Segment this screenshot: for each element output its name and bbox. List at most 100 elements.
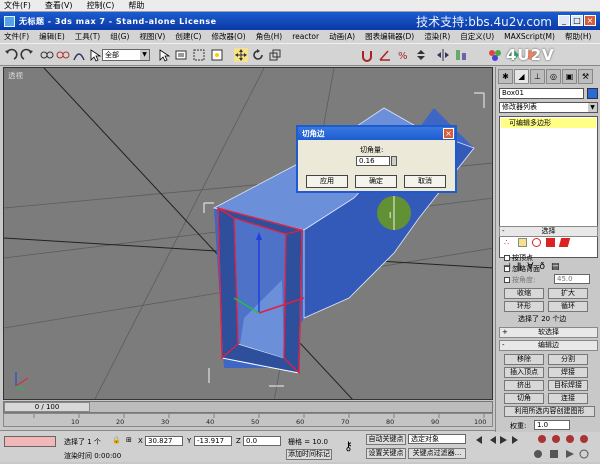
menu-help[interactable]: 帮助(H) [565,31,592,42]
grow-button[interactable]: 扩大 [548,288,588,299]
edit-edges-rollout-header[interactable]: - 编辑边 [499,340,598,351]
select-by-name-icon[interactable] [174,48,188,62]
key-icon[interactable]: ⚷ [344,439,353,453]
absolute-mode-icon[interactable]: ⊞ [126,436,132,444]
display-tab-icon[interactable]: ▣ [562,69,577,84]
menu-rendering[interactable]: 渲染(R) [424,31,450,42]
dialog-close-button[interactable]: × [443,128,454,139]
bind-space-warp-icon[interactable] [72,48,86,62]
angle-snap-icon[interactable] [378,48,392,62]
x-coordinate-field[interactable]: 30.827 [145,436,183,446]
configure-sets-icon[interactable]: ▤ [551,262,560,272]
ok-button[interactable]: 确定 [355,175,397,188]
rotate-icon[interactable] [251,48,265,62]
cancel-button[interactable]: 取消 [404,175,446,188]
utilities-tab-icon[interactable]: ⚒ [578,69,593,84]
menu-customize[interactable]: 自定义(U) [460,31,494,42]
menu-animation[interactable]: 动画(A) [329,31,355,42]
shrink-button[interactable]: 收缩 [504,288,544,299]
target-weld-button[interactable]: 目标焊接 [548,380,588,391]
key-filters-button[interactable]: 关键点过滤器... [408,448,466,459]
perspective-viewport[interactable]: I 透视 [3,67,493,400]
outer-menu-control[interactable]: 控制(C) [87,0,115,11]
weight-value-field[interactable]: 1.0 [534,420,570,430]
mirror-icon[interactable] [436,48,450,62]
menu-edit[interactable]: 编辑(E) [39,31,65,42]
extrude-button[interactable]: 挤出 [504,380,544,391]
motion-tab-icon[interactable]: ◎ [546,69,561,84]
weld-button[interactable]: 焊接 [548,367,588,378]
element-subobject-icon[interactable] [558,238,571,247]
menu-maxscript[interactable]: MAXScript(M) [504,32,555,41]
create-tab-icon[interactable]: ✱ [498,69,513,84]
chamfer-amount-input[interactable]: 0.16 [356,156,390,166]
time-slider[interactable]: 0 / 100 [3,401,493,413]
select-link-icon[interactable] [40,48,54,62]
apply-button[interactable]: 应用 [306,175,348,188]
maxscript-listener-mini[interactable] [4,436,56,447]
scale-icon[interactable] [268,48,282,62]
split-button[interactable]: 分割 [548,354,588,365]
soft-selection-rollout-header[interactable]: + 软选择 [499,327,598,338]
create-shape-button[interactable]: 利用所选内容创建图形 [504,406,595,417]
y-coordinate-field[interactable]: -13.917 [194,436,232,446]
spinner-snap-icon[interactable] [414,48,428,62]
loop-button[interactable]: 循环 [548,301,588,312]
menu-views[interactable]: 视图(V) [139,31,165,42]
align-icon[interactable] [454,48,468,62]
object-name-field[interactable]: Box01 [499,88,584,99]
angle-value-field[interactable]: 45.0 [554,274,590,284]
polygon-subobject-icon[interactable] [546,238,555,247]
hierarchy-tab-icon[interactable]: ⊥ [530,69,545,84]
selection-rollout-header[interactable]: - 选择 [499,226,598,237]
viewport-label[interactable]: 透视 [8,70,23,81]
percent-snap-icon[interactable]: % [396,48,410,62]
outer-menu-help[interactable]: 帮助 [128,0,144,11]
select-region-icon[interactable] [157,48,171,62]
minimize-button[interactable]: _ [558,15,570,26]
menu-modifiers[interactable]: 修改器(O) [211,31,245,42]
menu-graph-editors[interactable]: 图表编辑器(D) [365,31,414,42]
lock-selection-icon[interactable]: 🔒 [112,436,121,444]
rectangular-selection-icon[interactable] [192,48,206,62]
remove-modifier-icon[interactable]: ð [539,262,545,272]
stack-item-editable-poly[interactable]: 可编辑多边形 [501,118,596,128]
menu-tools[interactable]: 工具(T) [75,31,100,42]
set-key-button[interactable]: 设置关键点 [366,448,406,459]
z-coordinate-field[interactable]: 0.0 [243,436,281,446]
border-subobject-icon[interactable] [532,238,541,247]
redo-icon[interactable] [20,48,34,62]
material-editor-icon[interactable] [488,48,502,62]
by-vertex-checkbox[interactable]: 按顶点 [504,253,533,263]
insert-vertex-button[interactable]: 插入顶点 [504,367,544,378]
window-crossing-icon[interactable] [210,48,224,62]
ignore-backfacing-checkbox[interactable]: 忽略背面 [504,264,540,274]
menu-reactor[interactable]: reactor [292,32,319,41]
snap-icon[interactable] [360,48,374,62]
add-time-tag-button[interactable]: 添加时间标记 [286,449,332,460]
selection-filter-dropdown[interactable]: 全部 ▼ [102,49,150,61]
menu-group[interactable]: 组(G) [110,31,129,42]
chamfer-amount-spinner[interactable] [391,156,397,166]
outer-menu-file[interactable]: 文件(F) [4,0,31,11]
edge-subobject-icon[interactable] [518,238,527,247]
chamfer-button[interactable]: 切角 [504,393,544,404]
auto-key-button[interactable]: 自动关键点 [366,434,406,445]
outer-menu-view[interactable]: 查看(V) [45,0,73,11]
menu-character[interactable]: 角色(H) [256,31,283,42]
maximize-button[interactable]: □ [571,15,583,26]
ring-button[interactable]: 环形 [504,301,544,312]
vertex-subobject-icon[interactable]: ∴ [504,238,513,247]
move-icon[interactable] [234,48,248,62]
time-slider-thumb[interactable]: 0 / 100 [4,402,90,412]
remove-button[interactable]: 移除 [504,354,544,365]
by-angle-checkbox[interactable]: 按角度: [504,275,535,285]
modifier-list-dropdown[interactable]: 修改器列表 ▼ [499,102,598,113]
menu-create[interactable]: 创建(C) [175,31,201,42]
menu-file[interactable]: 文件(F) [4,31,29,42]
unlink-icon[interactable] [56,48,70,62]
connect-button[interactable]: 连接 [548,393,588,404]
modify-tab-icon[interactable]: ◢ [514,69,529,84]
undo-icon[interactable] [4,48,18,62]
object-color-swatch[interactable] [587,88,598,99]
